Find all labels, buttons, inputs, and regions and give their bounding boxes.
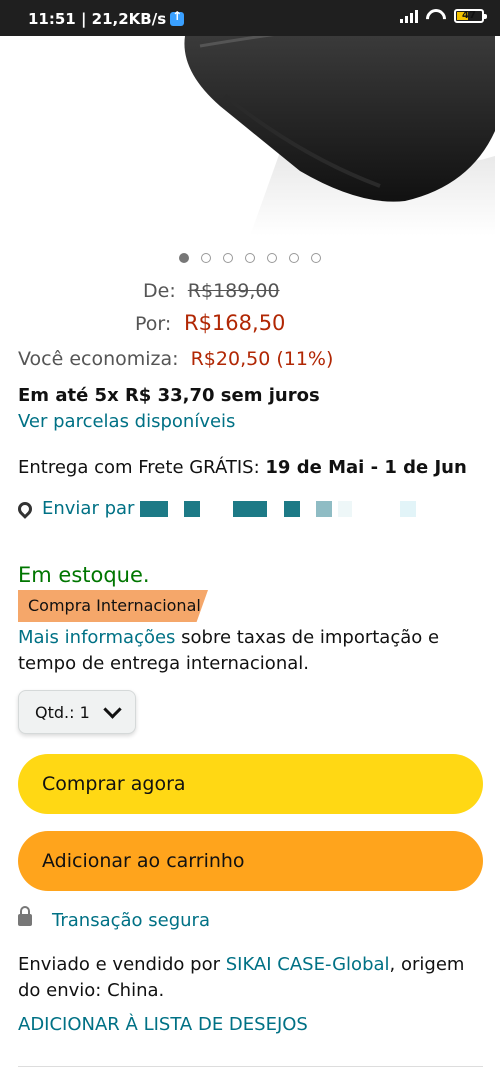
- installments-link[interactable]: Ver parcelas disponíveis: [18, 409, 235, 435]
- badge-label: Compra Internacional: [28, 596, 201, 615]
- current-price-row: Por: R$168,50: [135, 311, 285, 335]
- status-time-speed: 11:51 | 21,2KB/s: [28, 9, 185, 28]
- carousel-dot[interactable]: [267, 253, 277, 263]
- delivery-text: Entrega com Frete GRÁTIS: 19 de Mai - 1 …: [18, 455, 467, 481]
- buy-now-button[interactable]: Comprar agora: [18, 754, 483, 814]
- savings-row: Você economiza: R$20,50 (11%): [18, 348, 333, 370]
- battery-icon: 47: [454, 9, 487, 23]
- por-label: Por:: [135, 313, 172, 335]
- redacted-address: [400, 501, 416, 517]
- product-image[interactable]: [0, 36, 500, 236]
- quantity-select[interactable]: Qtd.: 1: [18, 690, 136, 734]
- status-bar: 11:51 | 21,2KB/s 47: [0, 0, 500, 36]
- redacted-address: [184, 501, 200, 517]
- carousel-dot[interactable]: [201, 253, 211, 263]
- carousel-dot[interactable]: [245, 253, 255, 263]
- current-price: R$168,50: [183, 311, 286, 335]
- lock-icon: [18, 906, 32, 926]
- de-label: De:: [143, 280, 176, 302]
- add-to-wishlist-link[interactable]: ADICIONAR À LISTA DE DESEJOS: [18, 1012, 308, 1038]
- send-to-link[interactable]: Enviar par: [15, 496, 135, 522]
- import-info: Mais informações sobre taxas de importaç…: [18, 625, 468, 677]
- original-price-row: De: R$189,00: [143, 280, 280, 302]
- seller-info: Enviado e vendido por SIKAI CASE-Global,…: [18, 952, 478, 1004]
- battery-text: 47: [462, 10, 476, 21]
- upload-icon: [170, 9, 185, 26]
- seller-prefix: Enviado e vendido por: [18, 954, 226, 975]
- carousel-dot[interactable]: [311, 253, 321, 263]
- carousel-dots[interactable]: [0, 253, 500, 263]
- redacted-address: [316, 501, 332, 517]
- savings-value: R$20,50 (11%): [190, 348, 334, 370]
- stock-status: Em estoque.: [18, 563, 150, 587]
- redacted-address: [338, 501, 352, 517]
- carousel-dot[interactable]: [223, 253, 233, 263]
- delivery-prefix: Entrega com Frete GRÁTIS:: [18, 457, 266, 478]
- secure-transaction-link[interactable]: Transação segura: [52, 908, 210, 934]
- status-icons: 47: [400, 9, 487, 23]
- wifi-icon: [426, 9, 446, 23]
- installments-text: Em até 5x R$ 33,70 sem juros: [18, 385, 320, 406]
- carousel-dot[interactable]: [179, 253, 189, 263]
- product-photo: [0, 36, 500, 236]
- original-price: R$189,00: [187, 280, 280, 302]
- signal-icon: [400, 9, 418, 23]
- quantity-label: Qtd.: 1: [35, 703, 90, 722]
- redacted-address: [233, 501, 267, 517]
- delivery-dates: 19 de Mai - 1 de Jun: [265, 457, 467, 478]
- more-info-link[interactable]: Mais informações: [18, 627, 175, 648]
- international-badge: Compra Internacional: [18, 590, 208, 622]
- add-to-cart-button[interactable]: Adicionar ao carrinho: [18, 831, 483, 891]
- send-to-label: Enviar par: [42, 498, 135, 519]
- chevron-down-icon: [103, 700, 122, 719]
- redacted-address: [140, 501, 168, 517]
- divider: [18, 1066, 483, 1067]
- seller-link[interactable]: SIKAI CASE-Global: [226, 954, 390, 975]
- carousel-dot[interactable]: [289, 253, 299, 263]
- redacted-address: [284, 501, 300, 517]
- location-pin-icon: [15, 499, 35, 519]
- savings-label: Você economiza:: [18, 348, 179, 370]
